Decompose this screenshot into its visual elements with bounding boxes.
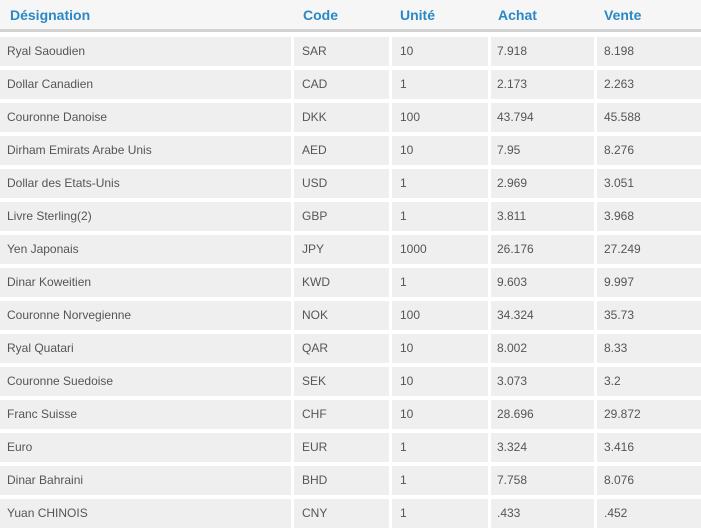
cell-designation: Couronne Danoise: [0, 103, 291, 132]
cell-code: DKK: [294, 103, 389, 132]
cell-vente: 3.968: [597, 202, 701, 231]
cell-code: SEK: [294, 367, 389, 396]
table-row: Ryal Saoudien SAR 10 7.918 8.198: [0, 35, 701, 68]
cell-unite: 1: [392, 466, 488, 495]
table-row: Ryal Quatari QAR 10 8.002 8.33: [0, 332, 701, 365]
cell-designation: Ryal Quatari: [0, 334, 291, 363]
cell-designation: Ryal Saoudien: [0, 37, 291, 66]
cell-vente: 8.33: [597, 334, 701, 363]
cell-achat: 9.603: [491, 268, 594, 297]
cell-vente: 3.416: [597, 433, 701, 462]
cell-designation: Couronne Suedoise: [0, 367, 291, 396]
cell-code: CNY: [294, 499, 389, 528]
cell-achat: 34.324: [491, 301, 594, 330]
table-row: Dirham Emirats Arabe Unis AED 10 7.95 8.…: [0, 134, 701, 167]
column-header-code[interactable]: Code: [303, 7, 338, 23]
cell-vente: 29.872: [597, 400, 701, 429]
table-row: Dinar Bahraini BHD 1 7.758 8.076: [0, 464, 701, 497]
cell-vente: 8.198: [597, 37, 701, 66]
cell-designation: Dirham Emirats Arabe Unis: [0, 136, 291, 165]
cell-unite: 1: [392, 268, 488, 297]
cell-designation: Livre Sterling(2): [0, 202, 291, 231]
cell-achat: 43.794: [491, 103, 594, 132]
cell-code: BHD: [294, 466, 389, 495]
cell-vente: 9.997: [597, 268, 701, 297]
table-row: Couronne Norvegienne NOK 100 34.324 35.7…: [0, 299, 701, 332]
cell-designation: Couronne Norvegienne: [0, 301, 291, 330]
cell-unite: 1: [392, 433, 488, 462]
cell-vente: 2.263: [597, 70, 701, 99]
cell-code: QAR: [294, 334, 389, 363]
cell-achat: 28.696: [491, 400, 594, 429]
table-row: Dollar des Etats-Unis USD 1 2.969 3.051: [0, 167, 701, 200]
table-body: Ryal Saoudien SAR 10 7.918 8.198 Dollar …: [0, 35, 701, 530]
cell-unite: 1: [392, 202, 488, 231]
cell-designation: Euro: [0, 433, 291, 462]
cell-achat: 2.173: [491, 70, 594, 99]
cell-vente: 3.051: [597, 169, 701, 198]
cell-achat: 7.918: [491, 37, 594, 66]
cell-achat: 7.95: [491, 136, 594, 165]
cell-vente: 27.249: [597, 235, 701, 264]
cell-designation: Yen Japonais: [0, 235, 291, 264]
cell-vente: 45.588: [597, 103, 701, 132]
cell-vente: 3.2: [597, 367, 701, 396]
cell-unite: 1: [392, 499, 488, 528]
cell-vente: 35.73: [597, 301, 701, 330]
cell-achat: .433: [491, 499, 594, 528]
cell-unite: 1000: [392, 235, 488, 264]
cell-designation: Dollar Canadien: [0, 70, 291, 99]
cell-unite: 1: [392, 169, 488, 198]
cell-unite: 100: [392, 301, 488, 330]
cell-achat: 3.324: [491, 433, 594, 462]
table-row: Yuan CHINOIS CNY 1 .433 .452: [0, 497, 701, 530]
table-row: Franc Suisse CHF 10 28.696 29.872: [0, 398, 701, 431]
table-row: Dinar Koweitien KWD 1 9.603 9.997: [0, 266, 701, 299]
cell-code: USD: [294, 169, 389, 198]
cell-code: CHF: [294, 400, 389, 429]
cell-unite: 10: [392, 334, 488, 363]
table-row: Yen Japonais JPY 1000 26.176 27.249: [0, 233, 701, 266]
cell-achat: 2.969: [491, 169, 594, 198]
column-header-designation[interactable]: Désignation: [10, 7, 90, 23]
cell-vente: 8.276: [597, 136, 701, 165]
cell-code: JPY: [294, 235, 389, 264]
cell-achat: 3.811: [491, 202, 594, 231]
cell-designation: Yuan CHINOIS: [0, 499, 291, 528]
column-header-unite[interactable]: Unité: [400, 7, 435, 23]
cell-designation: Dollar des Etats-Unis: [0, 169, 291, 198]
cell-achat: 7.758: [491, 466, 594, 495]
table-row: Couronne Danoise DKK 100 43.794 45.588: [0, 101, 701, 134]
column-header-achat[interactable]: Achat: [498, 7, 537, 23]
cell-unite: 10: [392, 367, 488, 396]
cell-unite: 1: [392, 70, 488, 99]
cell-vente: 8.076: [597, 466, 701, 495]
cell-unite: 10: [392, 400, 488, 429]
table-row: Couronne Suedoise SEK 10 3.073 3.2: [0, 365, 701, 398]
cell-unite: 10: [392, 37, 488, 66]
cell-code: CAD: [294, 70, 389, 99]
cell-code: EUR: [294, 433, 389, 462]
cell-designation: Franc Suisse: [0, 400, 291, 429]
column-header-vente[interactable]: Vente: [604, 7, 641, 23]
cell-unite: 100: [392, 103, 488, 132]
cell-achat: 8.002: [491, 334, 594, 363]
cell-code: GBP: [294, 202, 389, 231]
cell-code: AED: [294, 136, 389, 165]
table-row: Livre Sterling(2) GBP 1 3.811 3.968: [0, 200, 701, 233]
cell-designation: Dinar Koweitien: [0, 268, 291, 297]
cell-achat: 3.073: [491, 367, 594, 396]
cell-code: NOK: [294, 301, 389, 330]
table-row: Euro EUR 1 3.324 3.416: [0, 431, 701, 464]
cell-vente: .452: [597, 499, 701, 528]
cell-code: KWD: [294, 268, 389, 297]
table-header: Désignation Code Unité Achat Vente: [0, 0, 701, 32]
table-row: Dollar Canadien CAD 1 2.173 2.263: [0, 68, 701, 101]
cell-code: SAR: [294, 37, 389, 66]
cell-unite: 10: [392, 136, 488, 165]
exchange-rates-table: Désignation Code Unité Achat Vente Ryal …: [0, 0, 701, 528]
cell-designation: Dinar Bahraini: [0, 466, 291, 495]
cell-achat: 26.176: [491, 235, 594, 264]
